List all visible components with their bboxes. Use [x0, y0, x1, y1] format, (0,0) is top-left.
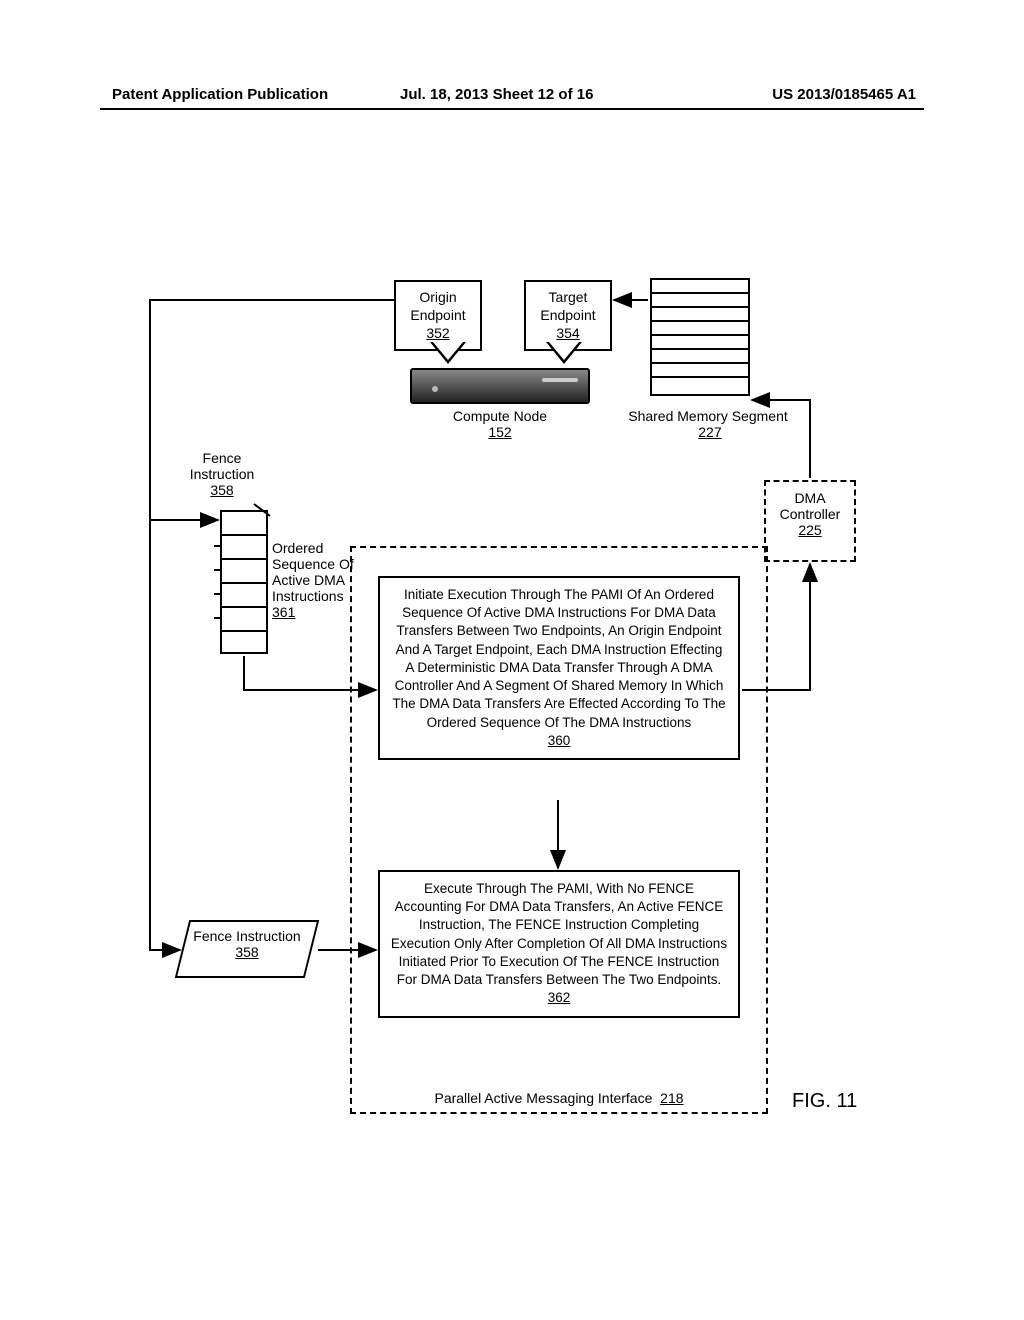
fence-instruction-input-label: Fence Instruction 358	[182, 928, 312, 960]
step-362-ref: 362	[390, 989, 728, 1007]
fence-instruction-input-text: Fence Instruction	[193, 928, 300, 944]
ordered-sequence-ref: 361	[272, 604, 295, 620]
fence-instruction-top-ref: 358	[210, 482, 233, 498]
target-endpoint-ref: 354	[534, 324, 602, 342]
dma-controller-label: DMA Controller	[766, 490, 854, 522]
figure-label: FIG. 11	[792, 1090, 857, 1113]
step-360-text: Initiate Execution Through The PAMI Of A…	[390, 586, 728, 732]
dma-controller-ref: 225	[766, 522, 854, 538]
header-center: Jul. 18, 2013 Sheet 12 of 16	[400, 86, 593, 103]
shared-memory-ref: 227	[698, 424, 721, 440]
pami-text: Parallel Active Messaging Interface	[434, 1090, 652, 1106]
target-endpoint-label: Target Endpoint	[534, 288, 602, 324]
origin-endpoint-pointer-icon	[430, 342, 466, 364]
target-endpoint-box: Target Endpoint 354	[524, 280, 612, 351]
fence-instruction-input-ref: 358	[235, 944, 258, 960]
origin-endpoint-ref: 352	[404, 324, 472, 342]
origin-endpoint-label: Origin Endpoint	[404, 288, 472, 324]
dma-controller-box: DMA Controller 225	[764, 480, 856, 562]
step-360-ref: 360	[390, 732, 728, 750]
header-right: US 2013/0185465 A1	[772, 86, 916, 103]
header-rule	[100, 108, 924, 110]
shared-memory-icon	[650, 278, 750, 396]
step-360-box: Initiate Execution Through The PAMI Of A…	[378, 576, 740, 760]
page: Patent Application Publication Jul. 18, …	[0, 0, 1024, 1320]
fence-instruction-top-label: Fence Instruction 358	[172, 450, 272, 498]
shared-memory-text: Shared Memory Segment	[628, 408, 788, 424]
shared-memory-label: Shared Memory Segment 227	[628, 408, 788, 440]
step-362-text: Execute Through The PAMI, With No FENCE …	[390, 880, 728, 989]
target-endpoint-pointer-icon	[546, 342, 582, 364]
dma-instruction-stack-icon	[220, 510, 268, 654]
fence-instruction-top-text: Fence Instruction	[190, 450, 255, 482]
compute-node-icon	[410, 368, 590, 404]
ordered-sequence-text: Ordered Sequence Of Active DMA Instructi…	[272, 540, 354, 604]
header-left: Patent Application Publication	[112, 86, 328, 103]
origin-endpoint-box: Origin Endpoint 352	[394, 280, 482, 351]
compute-node-text: Compute Node	[453, 408, 547, 424]
compute-node-label: Compute Node 152	[440, 408, 560, 440]
pami-ref: 218	[660, 1090, 683, 1106]
compute-node-ref: 152	[488, 424, 511, 440]
step-362-box: Execute Through The PAMI, With No FENCE …	[378, 870, 740, 1018]
pami-label: Parallel Active Messaging Interface 218	[352, 1090, 766, 1106]
